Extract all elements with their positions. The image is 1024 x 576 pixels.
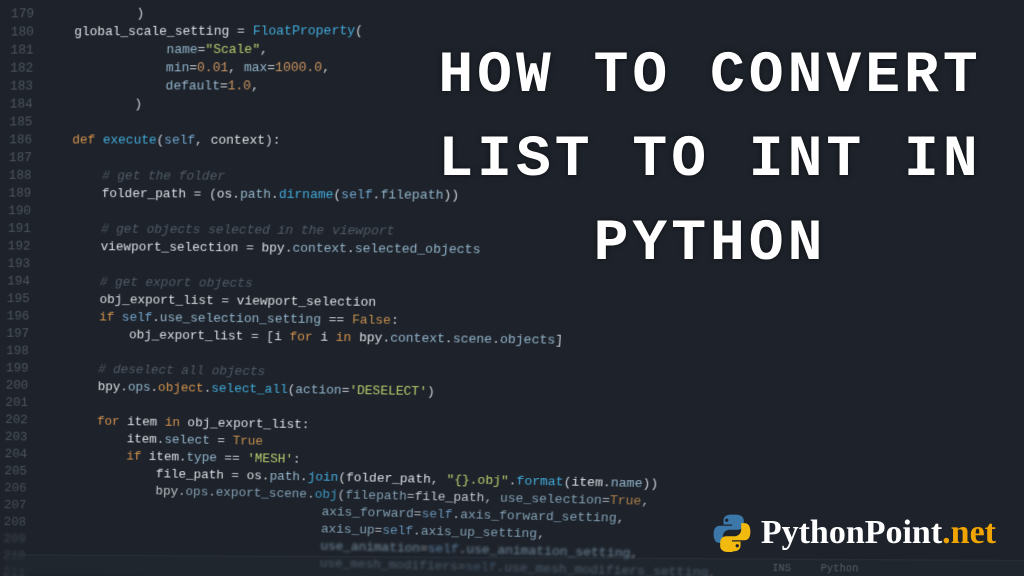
line-number: 209: [1, 531, 35, 549]
line-number: 187: [6, 149, 41, 167]
line-number: 193: [5, 255, 40, 273]
line-number: 186: [7, 131, 42, 149]
line-number: 197: [4, 325, 39, 343]
line-number: 198: [4, 342, 39, 360]
brand-name-text: PythonPoint: [761, 514, 942, 551]
line-number: 182: [8, 60, 43, 78]
line-number: 199: [3, 360, 38, 378]
line-number: 206: [2, 480, 36, 498]
line-number: 194: [5, 273, 40, 291]
line-number: 202: [3, 411, 38, 429]
line-number: 192: [5, 238, 40, 256]
line-number: 205: [2, 463, 36, 481]
status-mode: INS: [772, 564, 791, 575]
line-number: 208: [1, 514, 35, 532]
brand-tld-text: .net: [942, 514, 996, 551]
line-number: 203: [2, 429, 37, 447]
line-number: 191: [5, 220, 40, 238]
line-number: 180: [8, 23, 44, 41]
line-number: 196: [4, 308, 39, 326]
line-number: 200: [3, 377, 38, 395]
line-number: 207: [1, 497, 35, 515]
line-number: 190: [6, 202, 41, 220]
line-number: 184: [7, 96, 42, 114]
headline-text: HOW TO CONVERT LIST TO INT IN PYTHON: [410, 35, 1010, 287]
line-number: 201: [3, 394, 38, 412]
line-number: 179: [8, 5, 44, 23]
brand-badge: PythonPoint.net: [711, 512, 996, 554]
line-number: 189: [6, 185, 41, 203]
status-lang: Python: [820, 564, 858, 576]
line-number: 188: [6, 167, 41, 185]
line-number: 195: [4, 290, 39, 308]
line-number: 185: [7, 114, 42, 132]
line-number: 183: [7, 78, 42, 96]
line-number: 181: [8, 41, 44, 59]
python-logo-icon: [711, 512, 753, 554]
brand-name: PythonPoint.net: [761, 514, 996, 552]
line-number: 204: [2, 446, 37, 464]
